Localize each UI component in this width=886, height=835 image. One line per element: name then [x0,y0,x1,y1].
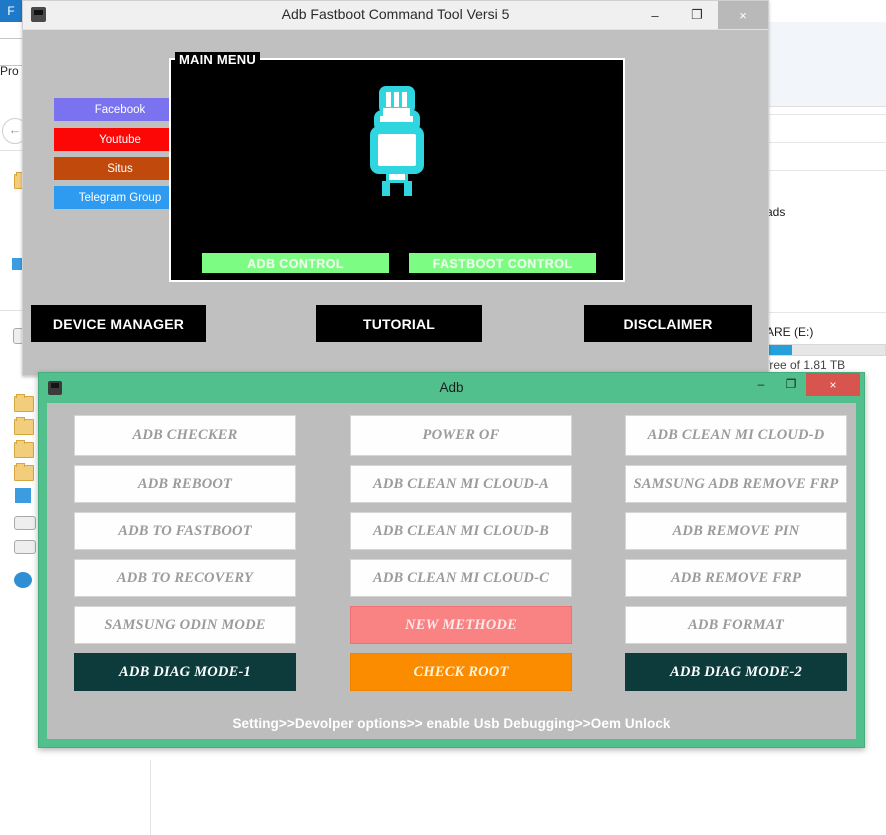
device-manager-button[interactable]: DEVICE MANAGER [31,305,206,342]
adb-command-button[interactable]: ADB DIAG MODE-1 [74,653,296,691]
adb-fastboot-tool-window: Adb Fastboot Command Tool Versi 5 – ❐ × … [22,0,769,376]
folder-icon[interactable] [14,394,34,412]
adb-control-button[interactable]: ADB CONTROL [202,253,389,273]
window-title: Adb [439,380,464,395]
divider [762,312,886,313]
main-menu-label: MAIN MENU [175,52,260,67]
adb-command-column-3: ADB CLEAN MI CLOUD-D SAMSUNG ADB REMOVE F… [625,415,847,700]
status-hint-text: Setting>>Devolper options>> enable Usb D… [232,716,671,731]
folder-icon[interactable] [14,417,34,435]
adb-command-button[interactable]: NEW METHODE [350,606,572,644]
folder-icon[interactable] [14,463,34,481]
folder-icon[interactable] [14,440,34,458]
drive-icon[interactable] [14,540,36,554]
main-menu-groupbox: ADB CONTROL FASTBOOT CONTROL [169,58,625,282]
adb-command-button[interactable]: ADB CLEAN MI CLOUD-A [350,465,572,503]
window-title-bar[interactable]: Adb Fastboot Command Tool Versi 5 – ❐ × [23,1,768,30]
youtube-link-button[interactable]: Youtube [54,128,186,151]
adb-command-button[interactable]: SAMSUNG ADB REMOVE FRP [625,465,847,503]
adb-command-button[interactable]: ADB TO RECOVERY [74,559,296,597]
drive-item-label[interactable]: ARE (E:) [766,325,813,339]
adb-command-column-2: POWER OF ADB CLEAN MI CLOUD-A ADB CLEAN MI… [350,415,572,700]
adb-command-button[interactable]: ADB FORMAT [625,606,847,644]
divider [762,170,886,171]
close-button[interactable]: × [806,373,860,396]
adb-command-button[interactable]: ADB CHECKER [74,415,296,456]
drive-free-space-label: free of 1.81 TB [766,358,846,372]
divider [762,142,886,143]
divider [762,114,886,115]
adb-command-button[interactable]: POWER OF [350,415,572,456]
network-globe-icon[interactable] [14,572,32,588]
window-title-bar[interactable]: Adb – ❐ × [39,373,864,403]
adb-command-button[interactable]: ADB DIAG MODE-2 [625,653,847,691]
adb-command-column-1: ADB CHECKER ADB REBOOT ADB TO FASTBOOT ADB … [74,415,296,700]
maximize-button[interactable]: ❐ [676,1,718,29]
maximize-button[interactable]: ❐ [776,373,806,395]
adb-command-button[interactable]: ADB TO FASTBOOT [74,512,296,550]
adb-command-button[interactable]: SAMSUNG ODIN MODE [74,606,296,644]
situs-link-button[interactable]: Situs [54,157,186,180]
facebook-link-button[interactable]: Facebook [54,98,186,121]
window-body: Facebook Youtube Situs Telegram Group AD… [23,30,768,375]
adb-command-button[interactable]: ADB REMOVE PIN [625,512,847,550]
adb-command-button[interactable]: ADB CLEAN MI CLOUD-D [625,415,847,456]
close-button[interactable]: × [718,1,768,29]
adb-command-button[interactable]: ADB REMOVE FRP [625,559,847,597]
adb-command-button[interactable]: ADB CLEAN MI CLOUD-B [350,512,572,550]
usb-connector-icon [370,86,424,196]
adb-command-button[interactable]: ADB REBOOT [74,465,296,503]
adb-command-button[interactable]: ADB CLEAN MI CLOUD-C [350,559,572,597]
telegram-group-button[interactable]: Telegram Group [54,186,186,209]
minimize-button[interactable]: – [746,373,776,395]
minimize-button[interactable]: – [634,1,676,29]
drive-capacity-bar [766,344,886,356]
adb-window: Adb – ❐ × ADB CHECKER ADB REBOOT ADB TO FA… [38,372,865,748]
fastboot-control-button[interactable]: FASTBOOT CONTROL [409,253,596,273]
divider [0,760,886,761]
explorer-path-text: Pro [0,64,19,78]
window-body: ADB CHECKER ADB REBOOT ADB TO FASTBOOT ADB … [47,403,856,739]
window-controls: – ❐ × [634,1,768,29]
explorer-file-tab[interactable]: F [0,0,22,22]
explorer-group-header [762,22,886,107]
this-pc-icon[interactable] [15,488,31,503]
drive-icon[interactable] [14,516,36,530]
divider [150,760,151,835]
window-controls: – ❐ × [746,373,860,403]
adb-command-button[interactable]: CHECK ROOT [350,653,572,691]
disclaimer-button[interactable]: DISCLAIMER [584,305,752,342]
tutorial-button[interactable]: TUTORIAL [316,305,482,342]
